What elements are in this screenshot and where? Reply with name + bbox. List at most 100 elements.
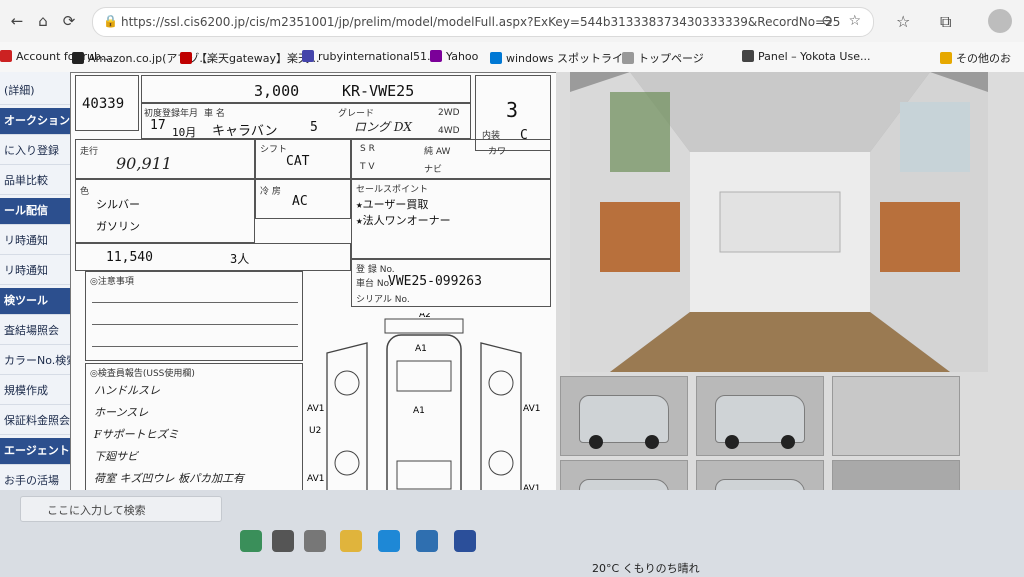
mileage-box: 走行 90,911 [75,139,255,179]
equipment-item: ナビ [424,165,443,175]
bookmarks-bar: Account for rub... Amazon.co.jp(アマゾ... 【楽天… [0,42,1024,73]
model-code: KR-VWE25 [342,82,415,100]
store-icon[interactable] [416,530,438,552]
bookmark-label: Panel – Yokota Use... [758,50,871,63]
favorites-icon[interactable]: ☆ [896,12,910,31]
bookmark-item[interactable]: トップページ [622,50,704,66]
page-content: (詳細) オークション に入り登録 品単比較 ール配信 リ時通知 リ時通知 検ツール 査結場照会… [0,72,1024,540]
color-box: 色 シルバー ガソリン [75,179,255,243]
bookmark-item[interactable]: Yahoo [430,50,478,63]
start-icon[interactable] [272,530,294,552]
report-line: 下廻サビ [94,450,138,463]
capacity-row: 11,540 3人 [75,243,351,271]
report-line: ホーンスレ [94,406,149,419]
capacity-value: 11,540 [106,250,153,265]
search-placeholder: ここに入力して検索 [47,504,146,517]
sales-point-2: ★法人ワンオーナー [356,214,451,227]
mark-av1-left: AV1 [307,404,324,414]
thumb-rear[interactable] [696,376,824,456]
mark-a2-front: A2 [419,313,431,320]
explorer-icon[interactable] [340,530,362,552]
equipment-item: T V [360,162,375,172]
refresh-icon[interactable]: ⟳ [60,12,78,30]
bookmark-item[interactable]: 【楽天gateway】楽天... [180,50,320,66]
bookmark-label: rubyinternational51... [318,50,438,63]
lock-icon: 🔒 [103,14,118,28]
grade-value: ロング DX [354,120,412,134]
bookmark-favicon-icon [430,50,442,62]
model-row: 3,000 KR-VWE25 [141,75,471,103]
address-bar: ← ⌂ ⟳ 🔒 https://ssl.cis6200.jp/cis/m2351… [0,0,1024,43]
grade-score: 3 [506,98,519,122]
drive-2wd: 2WD [438,108,460,118]
photo-panel [556,72,1024,540]
sales-point-1: ★ユーザー買取 [356,198,429,211]
name-row: 初度登録年月 17 10月 車 名 キャラバン 5 グレード ロング DX 2W… [141,103,471,139]
bookmark-label: トップページ [638,52,704,65]
edge-icon[interactable] [378,530,400,552]
report-line: ハンドルスレ [94,384,160,397]
main-photo-cargo[interactable] [570,72,988,372]
home-icon[interactable]: ⌂ [34,12,52,30]
chassis-label: 車台 No. [356,279,392,289]
bookmark-favicon-icon [622,52,634,64]
aircon-box: 冷 房 AC [255,179,351,219]
month-value: 10月 [172,126,197,139]
mileage-label: 走行 [80,147,99,157]
bookmark-favicon-icon [940,52,952,64]
report-line: 荷室 キズ凹ウレ 板パカ加工有 [94,472,244,485]
notes-label: ◎注意事項 [90,277,134,287]
screen: ← ⌂ ⟳ 🔒 https://ssl.cis6200.jp/cis/m2351… [0,0,1024,577]
widgets-icon[interactable] [240,530,262,552]
bookmark-item[interactable]: windows スポットライ... [490,50,633,66]
car-name-label: 車 名 [204,109,225,119]
bookmark-label: windows スポットライ... [506,52,634,65]
drive-4wd: 4WD [438,126,460,136]
taskview-icon[interactable] [304,530,326,552]
collections-icon[interactable]: ⧉ [940,12,951,32]
bookmark-favicon-icon [742,50,754,62]
inspect-label: ◎検査員報告(USS使用欄) [90,369,195,379]
mark-av1-left-rear: AV1 [307,474,324,484]
profile-avatar[interactable] [988,9,1012,33]
color-label: 色 [80,187,90,197]
equipment-box: S R 純 AW カワ T V ナビ [351,139,551,179]
displacement: 3,000 [254,82,300,100]
shift-value: CAT [286,154,310,169]
mark-a1-roof: A1 [413,406,425,416]
bookmark-favicon-icon [490,52,502,64]
serial-number: VWE25-099263 [388,274,482,289]
sales-point-label: セールスポイント [356,185,429,195]
thumb-dashboard[interactable] [832,376,960,456]
sales-point-box: セールスポイント ★ユーザー買取 ★法人ワンオーナー [351,179,551,259]
fuel-value: ガソリン [96,220,140,233]
mark-a1-front: A1 [415,344,427,354]
thumb-front-left[interactable] [560,376,688,456]
car-name: キャラバン [212,124,278,139]
url-field[interactable]: 🔒 https://ssl.cis6200.jp/cis/m2351001/jp… [92,7,874,37]
bookmark-item[interactable]: その他のお [940,50,1011,66]
weather-widget[interactable]: 20°C くもりのち晴れ [592,560,700,576]
mileage-value: 90,911 [116,154,172,173]
bookmark-label: Yahoo [446,50,479,63]
equipment-item: カワ [488,147,507,157]
favorite-add-icon[interactable]: ☆ [848,13,861,29]
bookmark-favicon-icon [72,52,84,64]
back-icon[interactable]: ← [8,12,26,30]
color-value: シルバー [96,198,140,211]
app-ua-icon[interactable] [454,530,476,552]
taskbar-search[interactable]: ここに入力して検索 [20,496,222,522]
mark-u2: U2 [309,426,321,436]
year-value: 17 [150,118,166,133]
equipment-item: 純 AW [424,147,451,157]
taskbar: ここに入力して検索 20°C くもりのち晴れ [0,490,1024,577]
zoom-icon[interactable]: ⊖ [821,13,833,29]
report-line: Fサポートヒズミ [94,428,179,441]
door-count: 5 [310,120,318,135]
bookmark-item[interactable]: rubyinternational51... [302,50,438,63]
notes-box: ◎注意事項 [85,271,303,361]
seats-value: 3人 [230,252,250,266]
mark-av1-right: AV1 [523,404,540,414]
equipment-item: S R [360,144,375,154]
bookmark-item[interactable]: Panel – Yokota Use... [742,50,870,63]
